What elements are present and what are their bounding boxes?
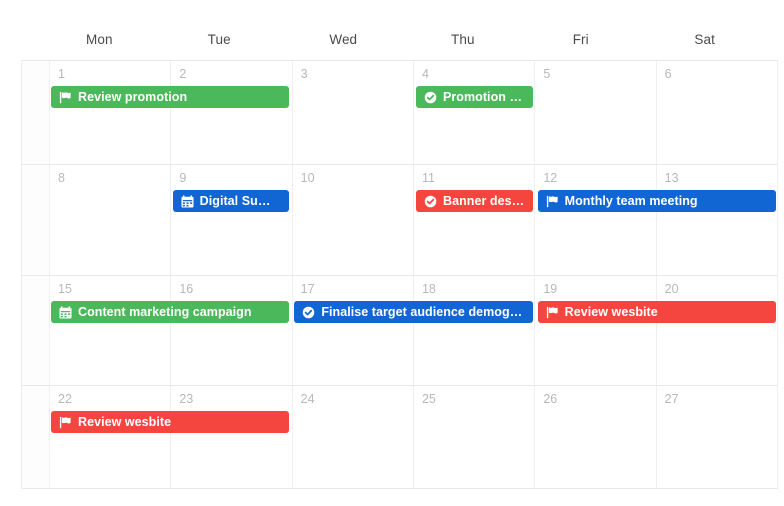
weekday-header-thu: Thu: [451, 31, 475, 47]
calendar-event-title: Banner design: [443, 194, 525, 208]
day-cell[interactable]: 23: [171, 386, 293, 488]
day-cell[interactable]: 11: [414, 165, 536, 275]
weekday-header-tue: Tue: [207, 31, 231, 47]
weekday-header-mon: Mon: [86, 31, 113, 47]
day-number: 15: [58, 282, 72, 296]
day-cell[interactable]: 27: [657, 386, 778, 488]
calendar-event[interactable]: Review promotion: [51, 86, 290, 108]
calendar-event-title: Digital Summit: [199, 194, 282, 208]
day-number: 1: [58, 67, 65, 81]
calendar-event[interactable]: Monthly team meeting: [537, 190, 776, 212]
calendar-event[interactable]: Review wesbite: [537, 301, 776, 323]
calendar-icon: [59, 305, 72, 319]
day-cell[interactable]: 26: [535, 386, 657, 488]
day-cell[interactable]: 20: [657, 276, 778, 385]
calendar-event-title: Promotion chec...: [443, 90, 525, 104]
calendar-event[interactable]: Promotion chec...: [416, 86, 533, 108]
calendar-event-title: Monthly team meeting: [564, 194, 698, 208]
calendar-icon: [181, 194, 194, 208]
day-number: 22: [58, 392, 72, 406]
calendar-event-title: Finalise target audience demographics: [321, 305, 524, 319]
day-cell[interactable]: 16: [171, 276, 293, 385]
day-cell[interactable]: 24: [293, 386, 414, 488]
day-number: 20: [664, 282, 679, 296]
day-cell[interactable]: 18: [414, 276, 536, 385]
day-number: 10: [300, 171, 315, 185]
day-number: 16: [179, 282, 194, 296]
day-cell[interactable]: 9: [171, 165, 293, 275]
day-cell[interactable]: 25: [414, 386, 536, 488]
day-number: 6: [664, 67, 672, 81]
calendar-event-title: Review wesbite: [564, 305, 658, 319]
day-cell[interactable]: 2: [171, 61, 293, 164]
day-cell[interactable]: 15: [50, 276, 172, 385]
calendar-event[interactable]: Finalise target audience demographics: [294, 301, 533, 323]
week-number-gutter: [22, 386, 50, 488]
day-number: 12: [543, 171, 558, 185]
day-number: 25: [421, 392, 436, 406]
check-circle-icon: [424, 91, 437, 104]
day-number: 26: [543, 392, 558, 406]
calendar-event[interactable]: Review wesbite: [51, 411, 290, 433]
day-number: 18: [421, 282, 436, 296]
day-cell[interactable]: 10: [293, 165, 414, 275]
day-number: 17: [300, 282, 315, 296]
week-number-gutter: [22, 61, 50, 164]
day-cell[interactable]: 13: [657, 165, 778, 275]
day-cell[interactable]: 5: [535, 61, 657, 164]
day-cell[interactable]: 17: [293, 276, 414, 385]
day-cell[interactable]: 3: [293, 61, 414, 164]
week-number-gutter-header: [21, 18, 48, 60]
calendar-weekday-header: Mon Tue Wed Thu Fri Sat: [21, 18, 778, 61]
day-number: 23: [179, 392, 194, 406]
month-calendar: Mon Tue Wed Thu Fri Sat 1 2 3 4 5 6 Revi…: [21, 18, 778, 489]
day-cell[interactable]: 1: [50, 61, 172, 164]
weekday-header-wed: Wed: [329, 31, 358, 47]
day-number: 3: [300, 67, 308, 81]
day-cell[interactable]: 12: [535, 165, 657, 275]
day-cell[interactable]: 6: [657, 61, 778, 164]
day-number: 4: [421, 67, 429, 81]
calendar-event-title: Review promotion: [78, 90, 188, 104]
check-circle-icon: [424, 195, 437, 208]
day-number: 11: [421, 171, 435, 185]
weekday-header-sat: Sat: [694, 31, 715, 47]
calendar-event-title: Content marketing campaign: [78, 305, 252, 319]
check-circle-icon: [302, 306, 315, 319]
day-cell[interactable]: 8: [50, 165, 172, 275]
week-number-gutter: [22, 165, 50, 275]
calendar-week-row: 15 16 17 18 19 20 Content marketing camp…: [22, 276, 778, 386]
day-number: 13: [664, 171, 679, 185]
calendar-event[interactable]: Content marketing campaign: [51, 301, 290, 323]
calendar-week-row: 8 9 10 11 12 13 Digital Summit Banner des…: [22, 165, 778, 276]
day-cell[interactable]: 4: [414, 61, 536, 164]
day-number: 24: [300, 392, 315, 406]
calendar-week-row: 22 23 24 25 26 27 Review wesbite: [22, 386, 778, 489]
day-number: 5: [543, 67, 551, 81]
day-number: 9: [179, 171, 187, 185]
flag-icon: [59, 416, 72, 429]
calendar-body: 1 2 3 4 5 6 Review promotion Promotion ch…: [21, 61, 778, 489]
day-cell[interactable]: 19: [535, 276, 657, 385]
calendar-event[interactable]: Digital Summit: [172, 190, 290, 212]
calendar-event-title: Review wesbite: [78, 415, 172, 429]
day-number: 2: [179, 67, 187, 81]
flag-icon: [546, 195, 559, 208]
weekday-header-fri: Fri: [572, 31, 589, 47]
flag-icon: [546, 306, 559, 319]
day-number: 27: [664, 392, 679, 406]
day-cell[interactable]: 22: [50, 386, 172, 488]
calendar-event[interactable]: Banner design: [416, 190, 533, 212]
week-number-gutter: [22, 276, 50, 385]
flag-icon: [59, 91, 72, 104]
day-number: 8: [58, 171, 65, 185]
day-number: 19: [543, 282, 558, 296]
calendar-week-row: 1 2 3 4 5 6 Review promotion Promotion ch…: [22, 61, 778, 165]
